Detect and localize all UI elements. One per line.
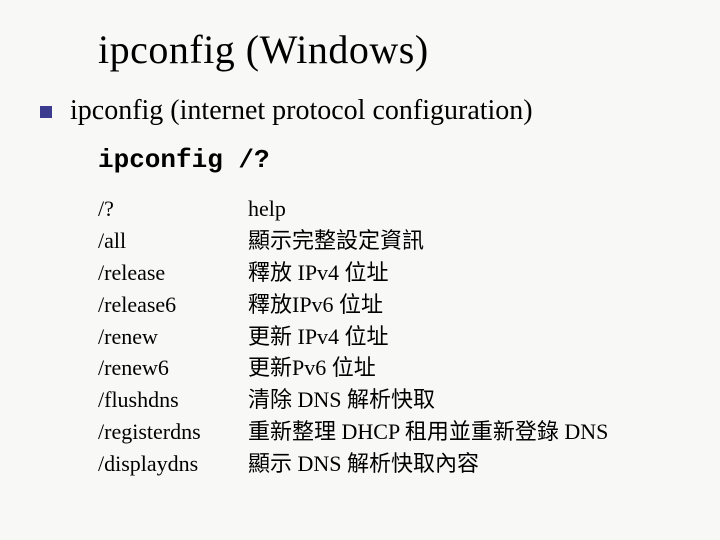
- option-desc: help: [248, 193, 680, 225]
- option-desc: 釋放IPv6 位址: [248, 289, 680, 321]
- option-row: /release6 釋放IPv6 位址: [98, 289, 680, 321]
- option-flag: /flushdns: [98, 384, 248, 416]
- bullet-icon: [40, 106, 52, 118]
- option-desc: 顯示完整設定資訊: [248, 225, 680, 257]
- option-flag: /all: [98, 225, 248, 257]
- option-flag: /registerdns: [98, 416, 248, 448]
- option-flag: /renew6: [98, 352, 248, 384]
- option-row: /all 顯示完整設定資訊: [98, 225, 680, 257]
- slide-subtitle: ipconfig (internet protocol configuratio…: [70, 95, 533, 127]
- option-flag: /displaydns: [98, 448, 248, 480]
- option-row: /registerdns 重新整理 DHCP 租用並重新登錄 DNS: [98, 416, 680, 448]
- option-row: /renew 更新 IPv4 位址: [98, 321, 680, 353]
- option-row: /renew6 更新Pv6 位址: [98, 352, 680, 384]
- option-row: /? help: [98, 193, 680, 225]
- options-list: /? help /all 顯示完整設定資訊 /release 釋放 IPv4 位…: [98, 193, 680, 480]
- slide-title: ipconfig (Windows): [98, 26, 680, 73]
- option-flag: /release6: [98, 289, 248, 321]
- slide: ipconfig (Windows) ipconfig (internet pr…: [0, 0, 720, 540]
- option-desc: 清除 DNS 解析快取: [248, 384, 680, 416]
- option-desc: 顯示 DNS 解析快取內容: [248, 448, 680, 480]
- option-desc: 更新 IPv4 位址: [248, 321, 680, 353]
- option-row: /displaydns 顯示 DNS 解析快取內容: [98, 448, 680, 480]
- subtitle-row: ipconfig (internet protocol configuratio…: [40, 95, 680, 127]
- option-desc: 重新整理 DHCP 租用並重新登錄 DNS: [248, 416, 680, 448]
- option-flag: /renew: [98, 321, 248, 353]
- option-row: /flushdns 清除 DNS 解析快取: [98, 384, 680, 416]
- option-flag: /release: [98, 257, 248, 289]
- option-flag: /?: [98, 193, 248, 225]
- command-line: ipconfig /?: [98, 145, 680, 175]
- option-desc: 釋放 IPv4 位址: [248, 257, 680, 289]
- option-row: /release 釋放 IPv4 位址: [98, 257, 680, 289]
- option-desc: 更新Pv6 位址: [248, 352, 680, 384]
